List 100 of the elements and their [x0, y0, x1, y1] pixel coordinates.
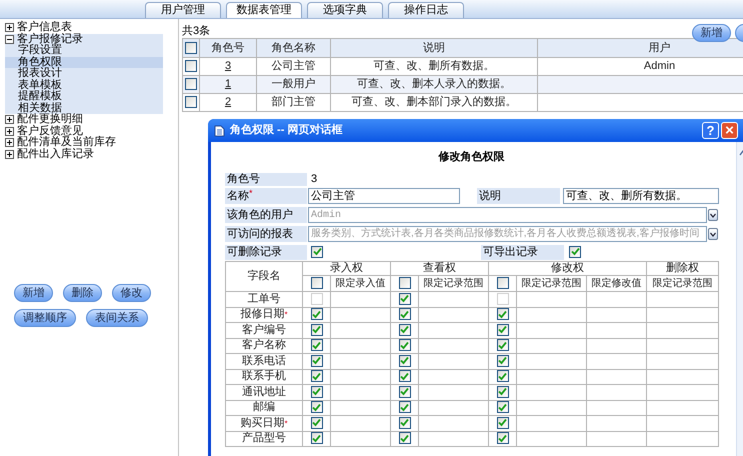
dialog-title: 角色权限 -- 网页对话框 — [230, 122, 342, 138]
checkbox[interactable] — [496, 432, 508, 444]
column-header: 说明 — [330, 38, 538, 58]
checkbox[interactable] — [496, 339, 508, 352]
required-mark: * — [284, 310, 288, 320]
action-button[interactable]: 修改 — [112, 284, 151, 302]
role-id-link[interactable]: 2 — [224, 96, 232, 108]
field-name: 客户名称 — [242, 339, 286, 352]
dropdown-button[interactable] — [708, 228, 718, 240]
tree-item[interactable]: 客户反馈意见 — [17, 126, 83, 137]
checkbox[interactable] — [496, 354, 508, 367]
checkbox[interactable] — [398, 370, 410, 382]
checkbox[interactable] — [496, 308, 508, 320]
tab[interactable]: 操作日志 — [388, 2, 464, 18]
expand-icon[interactable] — [5, 138, 14, 148]
checkbox[interactable] — [496, 386, 508, 398]
action-button[interactable]: 表间关系 — [86, 309, 148, 327]
tree-item[interactable]: 配件更换明细 — [17, 114, 83, 126]
column-header: 修改权 — [488, 262, 647, 276]
table-cell: 可查、改、删本部门录入的数据。 — [330, 94, 538, 112]
field-label: 该角色的用户 — [225, 207, 307, 223]
checkbox[interactable] — [310, 432, 322, 444]
checkbox[interactable] — [398, 432, 410, 444]
checkbox[interactable] — [185, 60, 197, 72]
name-field[interactable]: 公司主管 — [308, 188, 460, 204]
checkbox[interactable] — [398, 416, 410, 429]
tree-item[interactable]: 角色权限 — [5, 56, 163, 68]
tab[interactable]: 选项字典 — [307, 2, 383, 18]
tree-item[interactable]: 客户报修记录 — [17, 34, 83, 45]
field-name: 报修日期 — [240, 308, 284, 320]
collapse-icon[interactable] — [5, 34, 14, 44]
checkbox[interactable] — [310, 324, 322, 336]
table-cell: 部门主管 — [256, 94, 330, 112]
page-icon — [214, 124, 225, 136]
tab[interactable]: 数据表管理 — [226, 2, 302, 18]
checkbox[interactable] — [398, 339, 410, 352]
help-button[interactable]: ? — [702, 122, 719, 139]
tree-item[interactable]: 相关数据 — [5, 102, 163, 114]
form-heading: 修改角色权限 — [437, 150, 506, 165]
role-id-link[interactable]: 3 — [224, 60, 232, 72]
action-button[interactable]: 新增 — [14, 284, 53, 302]
checkbox[interactable] — [398, 354, 410, 367]
tree-item[interactable]: 提醒模板 — [5, 91, 163, 102]
checkbox[interactable] — [310, 339, 322, 352]
column-header: 删除权 — [646, 262, 719, 276]
dropdown-button[interactable] — [708, 209, 718, 221]
close-button[interactable]: × — [721, 122, 738, 139]
field-label: 可导出记录 — [481, 244, 564, 260]
column-header: 限定记录范围 — [418, 276, 488, 292]
tree-item[interactable]: 表单模板 — [5, 80, 163, 91]
checkbox[interactable] — [496, 277, 508, 290]
checkbox[interactable] — [185, 42, 197, 54]
description-field[interactable]: 可查、改、删所有数据。 — [563, 188, 719, 204]
action-button[interactable]: 删除 — [63, 284, 102, 302]
checkbox[interactable] — [310, 386, 322, 398]
checkbox[interactable] — [398, 324, 410, 336]
field-label: 说明 — [477, 188, 560, 204]
tree-item[interactable]: 报表设计 — [5, 68, 163, 80]
checkbox[interactable] — [398, 308, 410, 320]
expand-icon[interactable] — [5, 150, 14, 159]
checkbox[interactable] — [310, 277, 322, 290]
checkbox[interactable] — [569, 246, 581, 258]
tab[interactable]: 用户管理 — [145, 2, 221, 18]
checkbox[interactable] — [310, 416, 322, 429]
field-label: 角色号 — [225, 172, 307, 186]
column-header: 限定记录范围 — [646, 276, 719, 292]
checkbox[interactable] — [185, 96, 197, 108]
checkbox[interactable] — [496, 401, 508, 414]
field-label: 名称 — [227, 189, 249, 204]
checkbox[interactable] — [496, 370, 508, 382]
tree-item[interactable]: 客户信息表 — [17, 22, 72, 34]
checkbox[interactable] — [496, 416, 508, 429]
chevron-down-icon — [710, 232, 716, 236]
checkbox[interactable] — [398, 401, 410, 414]
expand-icon[interactable] — [5, 126, 14, 136]
checkbox[interactable] — [398, 386, 410, 398]
checkbox[interactable] — [496, 324, 508, 336]
field-label: 可删除记录 — [225, 244, 307, 260]
field-name: 工单号 — [248, 292, 280, 305]
field-name: 通讯地址 — [242, 386, 286, 398]
tree-item[interactable]: 配件清单及当前库存 — [17, 137, 116, 148]
checkbox[interactable] — [185, 78, 197, 90]
checkbox[interactable] — [310, 354, 322, 367]
required-mark: * — [284, 418, 288, 428]
checkbox[interactable] — [310, 308, 322, 320]
field-name: 购买日期 — [240, 416, 284, 429]
checkbox[interactable] — [310, 370, 322, 382]
checkbox[interactable] — [311, 246, 323, 258]
expand-icon[interactable] — [5, 115, 14, 124]
tree-item[interactable]: 配件出入库记录 — [17, 148, 94, 160]
role-id-link[interactable]: 1 — [224, 78, 232, 90]
action-button[interactable]: 新增 — [692, 24, 731, 42]
checkbox[interactable] — [398, 292, 410, 305]
tree-item[interactable]: 字段设置 — [5, 45, 163, 56]
action-button[interactable]: 调整顺序 — [14, 309, 76, 327]
checkbox[interactable] — [310, 401, 322, 414]
expand-icon[interactable] — [5, 23, 14, 32]
column-header: 限定修改值 — [586, 276, 647, 292]
checkbox[interactable] — [398, 277, 410, 290]
column-header: 字段名 — [226, 262, 302, 292]
